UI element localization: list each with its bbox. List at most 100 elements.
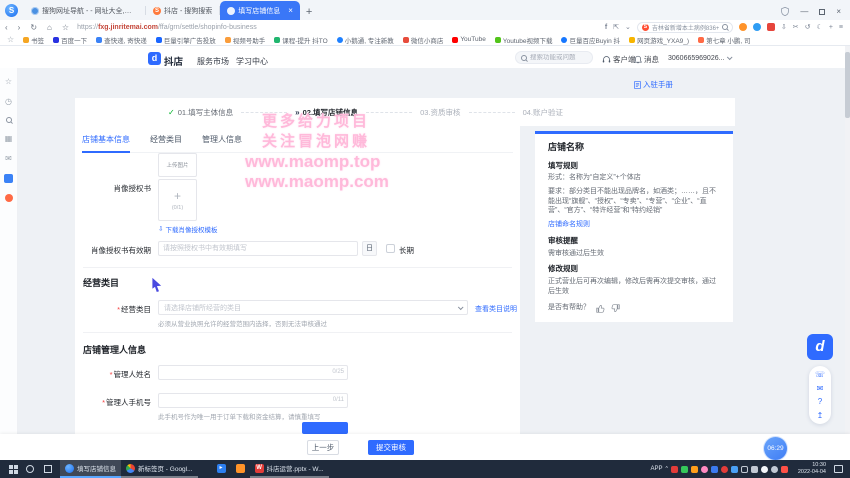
naming-rules-link[interactable]: 店铺命名规则 (548, 220, 720, 230)
forward-icon[interactable]: › (13, 23, 26, 32)
category-select[interactable]: 请选择店铺所经营的类目 (158, 300, 468, 315)
cortana-search-icon[interactable] (26, 465, 34, 473)
proxy-icon[interactable] (753, 23, 761, 31)
hot-search-box[interactable]: S 吉林省新增本土病例836+ (637, 22, 733, 33)
minimize-button[interactable]: — (800, 8, 808, 16)
taskbar-app-sogou[interactable]: 填写店铺信息 (60, 460, 121, 478)
manager-phone-input[interactable] (158, 393, 348, 408)
bookmark-item[interactable]: 小鹅通, 专注新教 (337, 35, 394, 45)
share-icon[interactable]: ⇱ (613, 23, 619, 31)
back-icon[interactable]: ‹ (0, 23, 13, 32)
browser-tab-search[interactable]: S 抖店 - 搜狗搜索 (146, 1, 219, 20)
validity-input[interactable] (158, 241, 358, 256)
manager-name-input[interactable] (158, 365, 348, 380)
browser-tab-active[interactable]: 填写店铺信息 × (220, 1, 300, 20)
client-link[interactable]: 客户端 (602, 54, 636, 65)
tray-icon[interactable] (781, 466, 788, 473)
fetion-icon[interactable]: f (605, 24, 607, 31)
bookmark-item[interactable]: 第七章 小鹏, 司 (698, 35, 750, 45)
action-center-icon[interactable] (834, 465, 843, 473)
bookmark-item[interactable]: 微信小商店 (403, 35, 444, 45)
dropdown-chevron-icon[interactable]: ⌄ (625, 23, 631, 31)
tray-icon[interactable] (701, 466, 708, 473)
help-question-icon[interactable]: ? (818, 397, 822, 406)
night-mode-moon-icon[interactable]: ☾ (817, 23, 823, 31)
previous-step-button[interactable]: 上一步 (307, 440, 339, 455)
tray-mic-icon[interactable] (761, 466, 768, 473)
bookmark-item[interactable]: Youtube视频下载 (495, 35, 553, 45)
favorites-star-icon[interactable]: ☆ (5, 77, 12, 86)
tab-close-icon[interactable]: × (288, 7, 293, 15)
tray-icon[interactable] (721, 466, 728, 473)
apps-grid-icon[interactable]: ▦ (5, 134, 13, 143)
new-tab-button[interactable]: + (300, 6, 318, 20)
maximize-button[interactable] (819, 9, 825, 15)
bookmark-item[interactable]: YouTube (452, 36, 486, 43)
tray-usb-icon[interactable] (771, 466, 778, 473)
download-icon[interactable]: ⇩ (781, 23, 787, 31)
history-clock-icon[interactable]: ◷ (5, 97, 12, 106)
customer-service-icon[interactable]: ☏ (815, 370, 825, 379)
sogou-browser-logo-icon[interactable]: S (5, 4, 18, 17)
settle-manual-link[interactable]: 入驻手册 (634, 79, 673, 90)
weibo-icon[interactable] (767, 23, 775, 31)
bookmark-star-icon[interactable]: ☆ (57, 23, 74, 32)
extension-shortcut-icon[interactable] (5, 194, 13, 202)
browser-tab-nav-site[interactable]: 搜狗网址导航 - - 网址大全,实用网址 (24, 1, 145, 20)
feedback-mail-icon[interactable]: ✉ (817, 384, 824, 393)
page-scrollbar-thumb[interactable] (845, 52, 850, 118)
tray-monitor-icon[interactable] (741, 466, 748, 473)
account-menu[interactable]: 3060665969026... (668, 55, 731, 62)
bookmark-item[interactable]: 巨量引擎广告投放 (156, 35, 216, 45)
extension-shortcut-icon[interactable] (4, 174, 13, 183)
bookmark-item[interactable]: 百度一下 (53, 35, 87, 45)
bookmark-item[interactable]: 书签 (23, 35, 44, 45)
message-link[interactable]: 消息 (634, 54, 659, 65)
screenshot-scissors-icon[interactable]: ✂ (793, 23, 799, 31)
tray-expand-chevron-icon[interactable]: ^ (666, 466, 668, 472)
taskbar-app-wps[interactable] (231, 460, 250, 478)
bookmark-item[interactable]: 视频号助手 (225, 35, 266, 45)
bookmark-item[interactable]: 课程-提升 抖TO (274, 35, 327, 45)
menu-hamburger-icon[interactable]: ≡ (839, 24, 843, 31)
doudian-logo-icon[interactable]: d (148, 52, 161, 65)
download-template-link[interactable]: ⇩ 下载肖像授权模板 (158, 224, 217, 234)
bookmark-item[interactable]: 查快递, 寄快递 (96, 35, 147, 45)
bookmarks-star-icon[interactable]: ☆ (7, 35, 14, 44)
tab-business-category[interactable]: 经营类目 (150, 134, 182, 145)
back-to-top-icon[interactable]: ↥ (817, 411, 824, 420)
search-icon[interactable] (6, 117, 12, 123)
recording-timer-bubble[interactable]: 06:29 (763, 436, 788, 461)
mail-icon[interactable]: ✉ (5, 154, 12, 163)
tray-icon[interactable] (681, 466, 688, 473)
tray-volume-icon[interactable] (751, 466, 758, 473)
submit-review-button[interactable]: 提交审核 (368, 440, 414, 455)
bookmark-item[interactable]: 网页游戏_YXA9_) (629, 35, 689, 45)
tab-manager-info[interactable]: 管理人信息 (202, 134, 242, 145)
history-undo-icon[interactable]: ↺ (805, 23, 811, 31)
scrolled-submit-button-partial[interactable] (302, 422, 348, 434)
add-extension-icon[interactable]: + (829, 24, 833, 31)
tray-shield-icon[interactable] (711, 466, 718, 473)
doudian-float-logo-icon[interactable]: d (807, 334, 833, 360)
tray-icon[interactable] (731, 466, 738, 473)
taskbar-app-chrome[interactable]: 新标签页 - Googl... (121, 460, 198, 478)
taskbar-clock[interactable]: 10:30 2022-04-04 (798, 462, 826, 476)
refresh-icon[interactable]: ↻ (25, 23, 42, 32)
longterm-checkbox[interactable] (386, 244, 395, 253)
site-search-box[interactable] (515, 51, 593, 64)
site-search-input[interactable] (530, 54, 590, 61)
start-button-icon[interactable] (9, 465, 18, 474)
nav-service-market[interactable]: 服务市场 (197, 56, 229, 67)
tray-icon[interactable] (691, 466, 698, 473)
tray-icon[interactable] (671, 466, 678, 473)
game-center-icon[interactable] (739, 23, 747, 31)
tab-shop-basic-info[interactable]: 店铺基本信息 (82, 134, 130, 145)
category-doc-link[interactable]: 查看类目说明 (475, 304, 517, 314)
task-view-icon[interactable] (44, 465, 52, 473)
security-shield-icon[interactable] (781, 7, 789, 16)
thumbs-down-icon[interactable] (611, 304, 620, 313)
thumbs-up-icon[interactable] (596, 304, 605, 313)
search-icon[interactable] (722, 24, 728, 30)
taskbar-app-photos[interactable]: ▸ (212, 460, 231, 478)
